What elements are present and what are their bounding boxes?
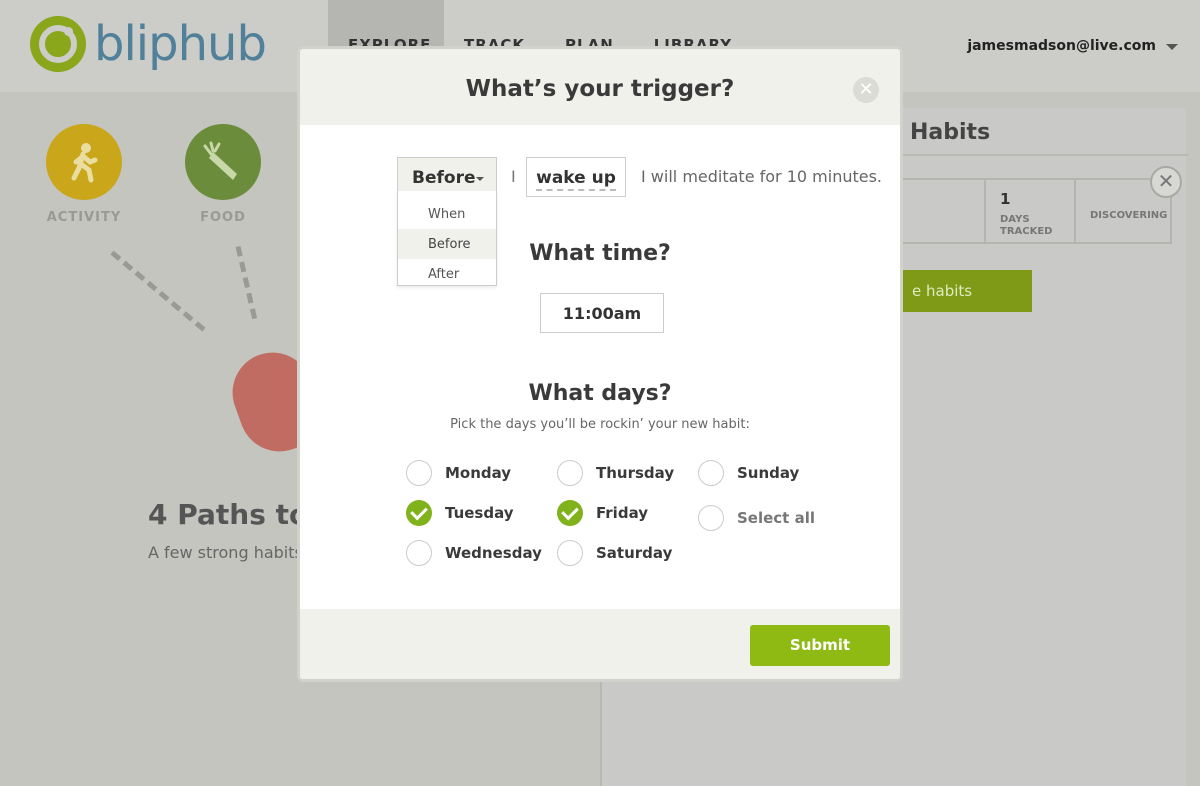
submit-button[interactable]: Submit xyxy=(750,625,890,666)
trigger-action-field[interactable]: wake up xyxy=(526,157,626,197)
category-label: ACTIVITY xyxy=(46,210,122,225)
chevron-down-icon[interactable] xyxy=(1166,44,1178,50)
day-label: Sunday xyxy=(737,464,800,482)
day-option-thursday[interactable]: Thursday xyxy=(557,460,674,486)
habits-button[interactable]: e habits xyxy=(900,270,1032,312)
modal-header: What’s your trigger? ✕ xyxy=(300,49,900,125)
habit-stats: 1 DAYS TRACKED DISCOVERING xyxy=(900,178,1172,244)
stat-cell: 1 DAYS TRACKED xyxy=(986,180,1076,242)
day-label: Monday xyxy=(445,464,512,482)
stat-cell xyxy=(902,180,986,242)
select-all-option[interactable]: Select all xyxy=(698,505,815,531)
walking-person-icon xyxy=(46,124,122,200)
modal-footer: Submit xyxy=(300,609,900,679)
radio-icon[interactable] xyxy=(557,540,583,566)
trigger-modal: What’s your trigger? ✕ Before When Befor… xyxy=(297,46,903,682)
radio-icon[interactable] xyxy=(698,460,724,486)
trigger-dropdown-menu: When Before After xyxy=(397,191,497,286)
habit-text: I will meditate for 10 minutes. xyxy=(641,167,883,186)
day-label: Select all xyxy=(737,509,815,527)
day-label: Saturday xyxy=(596,544,673,562)
logo-mark-icon xyxy=(30,16,86,72)
day-option-wednesday[interactable]: Wednesday xyxy=(406,540,542,566)
logo[interactable]: bliphub xyxy=(30,16,267,72)
close-icon[interactable]: ✕ xyxy=(1150,166,1182,198)
day-label: Friday xyxy=(596,504,649,522)
habits-panel-title: Habits xyxy=(910,120,991,145)
day-option-friday[interactable]: Friday xyxy=(557,500,648,526)
radio-icon[interactable] xyxy=(557,460,583,486)
checkmark-icon[interactable] xyxy=(406,500,432,526)
radio-icon[interactable] xyxy=(406,460,432,486)
day-option-tuesday[interactable]: Tuesday xyxy=(406,500,514,526)
close-icon[interactable]: ✕ xyxy=(853,77,879,103)
category-activity[interactable]: ACTIVITY xyxy=(46,124,122,225)
logo-text: bliphub xyxy=(94,16,267,72)
modal-title: What’s your trigger? xyxy=(465,76,735,102)
day-label: Tuesday xyxy=(445,504,514,522)
day-option-monday[interactable]: Monday xyxy=(406,460,511,486)
stat-label: DISCOVERING xyxy=(1090,210,1168,221)
days-section-title: What days? xyxy=(528,381,672,406)
paths-subtitle: A few strong habits xyxy=(148,543,303,562)
time-section-title: What time? xyxy=(529,241,671,266)
trigger-action-value: wake up xyxy=(536,168,616,191)
radio-icon[interactable] xyxy=(406,540,432,566)
radio-icon[interactable] xyxy=(698,505,724,531)
stat-value: 1 xyxy=(1000,190,1011,208)
day-label: Wednesday xyxy=(445,544,542,562)
day-option-saturday[interactable]: Saturday xyxy=(557,540,672,566)
carrot-icon xyxy=(185,124,261,200)
pronoun-text: I xyxy=(511,167,516,186)
checkmark-icon[interactable] xyxy=(557,500,583,526)
day-option-sunday[interactable]: Sunday xyxy=(698,460,799,486)
trigger-dropdown-value: Before xyxy=(412,168,476,188)
stat-label: DAYS TRACKED xyxy=(1000,214,1053,237)
user-email[interactable]: jamesmadson@live.com xyxy=(967,38,1156,54)
time-input[interactable]: 11:00am xyxy=(540,293,664,333)
dropdown-option-when[interactable]: When xyxy=(398,199,496,229)
days-section-subtitle: Pick the days you’ll be rockin’ your new… xyxy=(450,417,750,432)
category-label: FOOD xyxy=(200,210,246,225)
category-food[interactable]: FOOD xyxy=(185,124,261,225)
day-label: Thursday xyxy=(596,464,675,482)
chevron-down-icon xyxy=(476,177,484,181)
